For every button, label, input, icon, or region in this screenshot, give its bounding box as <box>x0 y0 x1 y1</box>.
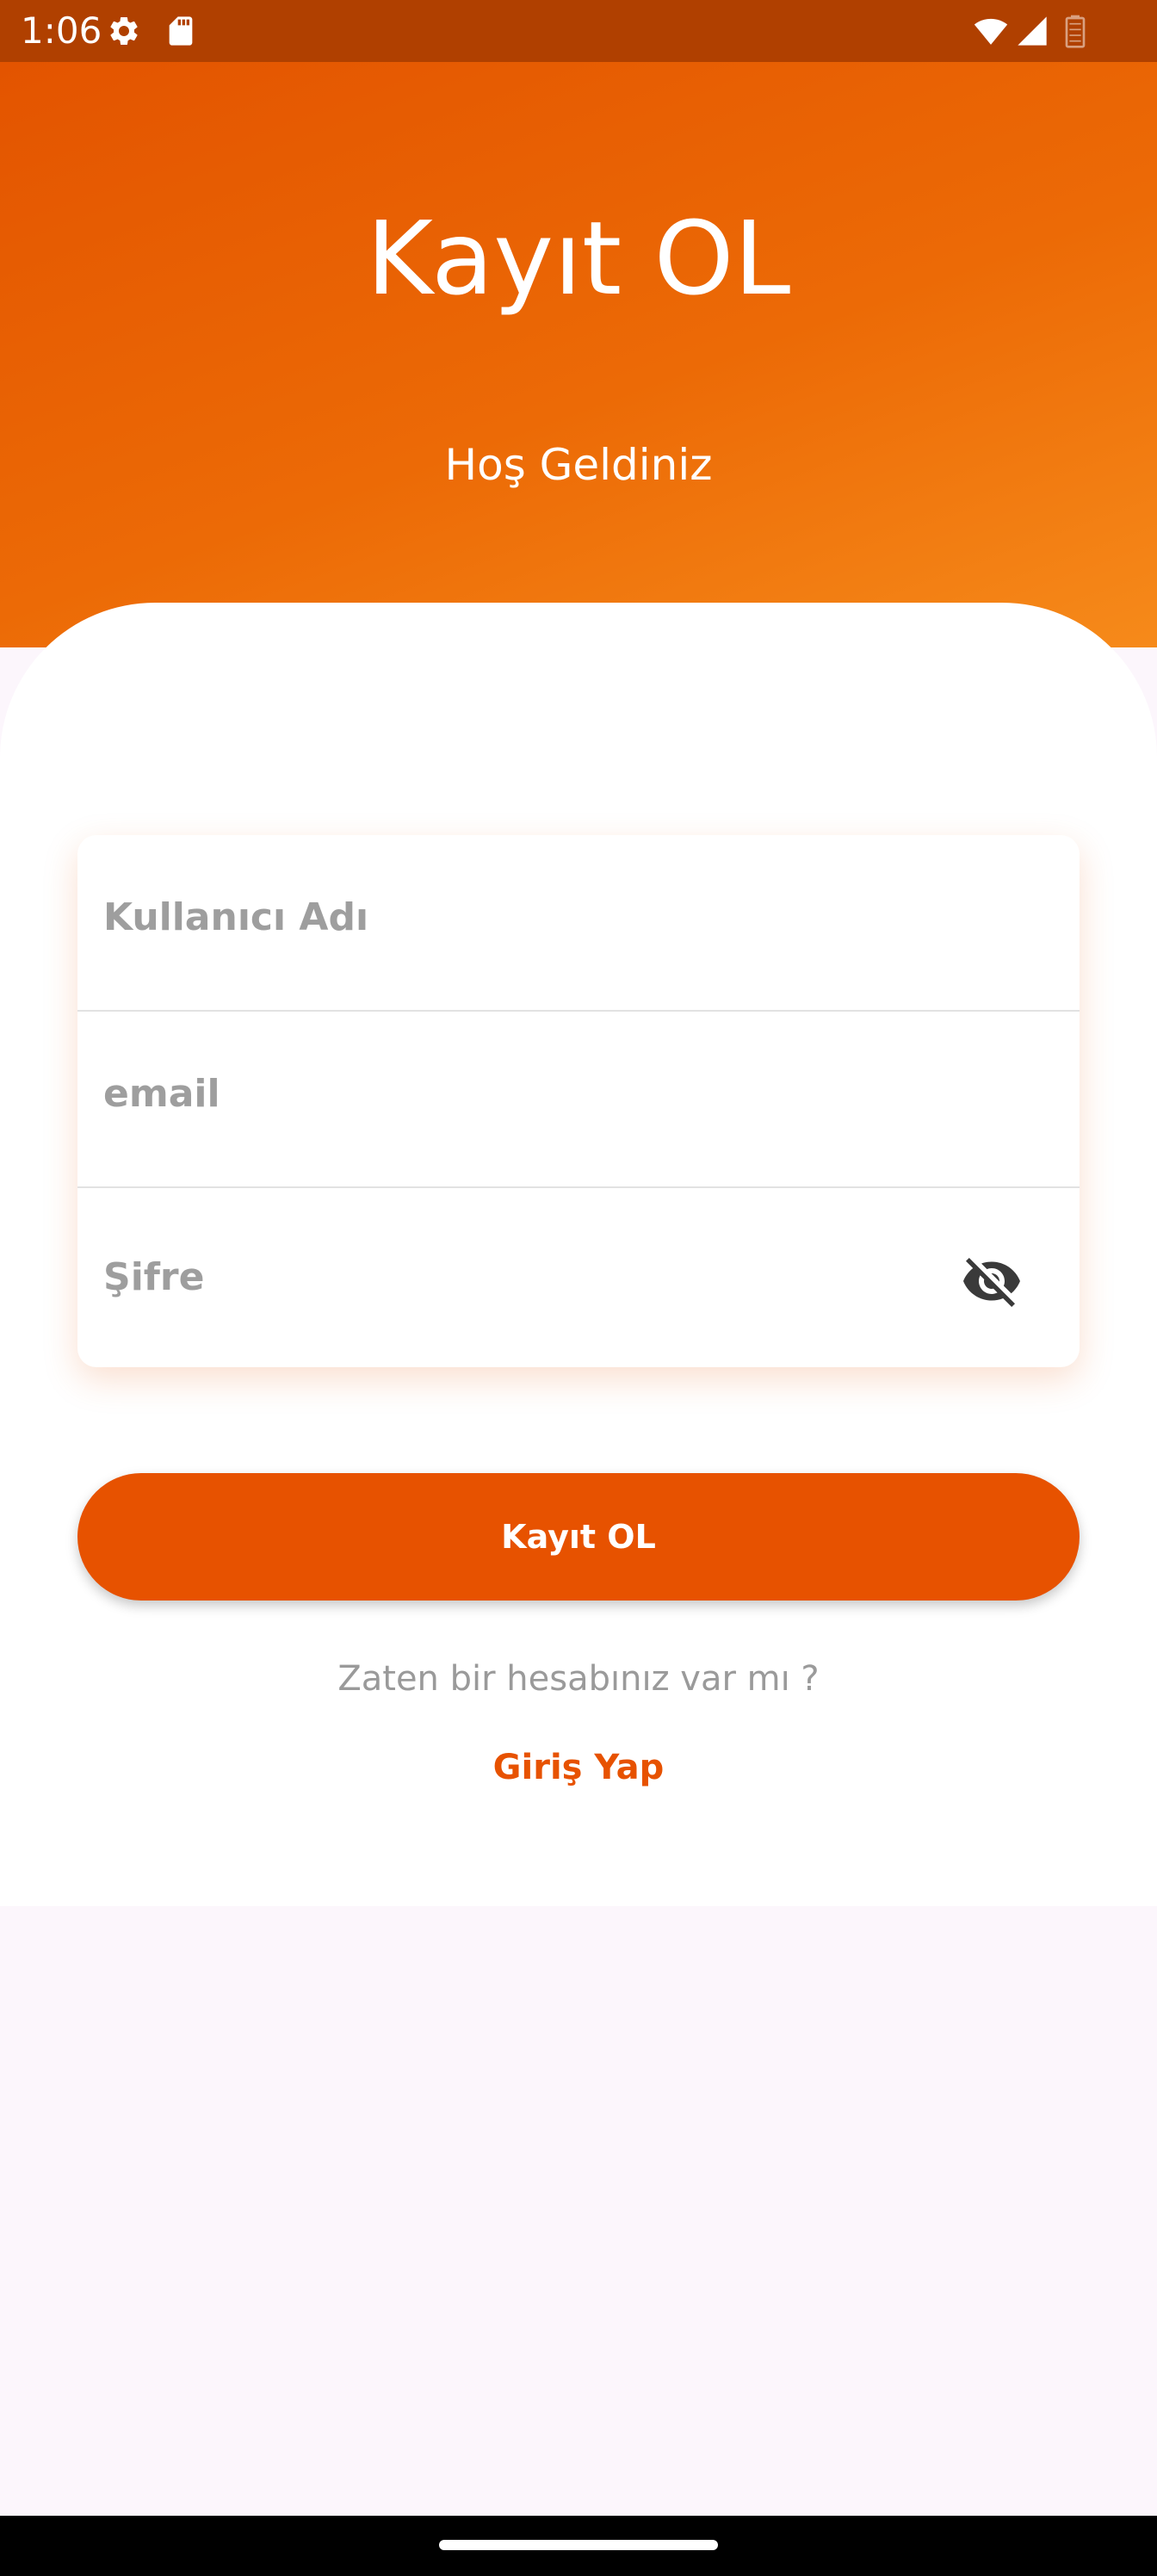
username-field[interactable]: Kullanıcı Adı <box>77 835 1080 1012</box>
page-title: Kayıt OL <box>366 199 791 318</box>
email-field[interactable]: email <box>77 1012 1080 1188</box>
username-placeholder: Kullanıcı Adı <box>103 895 369 939</box>
battery-icon <box>1065 15 1086 48</box>
registration-form: Kullanıcı Adı email Şifre <box>77 835 1080 1367</box>
status-bar: 1:06 <box>0 0 1157 62</box>
sd-card-icon <box>169 16 193 46</box>
wifi-icon <box>974 18 1008 45</box>
email-placeholder: email <box>103 1072 220 1116</box>
navigation-bar <box>0 2516 1157 2576</box>
gear-icon <box>110 16 138 45</box>
password-placeholder: Şifre <box>103 1255 205 1299</box>
eye-off-icon[interactable] <box>961 1250 1023 1312</box>
page-subtitle: Hoş Geldiniz <box>444 440 713 490</box>
header-banner <box>0 62 1157 647</box>
home-gesture-handle[interactable] <box>439 2540 718 2550</box>
register-button[interactable]: Kayıt OL <box>77 1473 1080 1601</box>
status-time: 1:06 <box>21 9 102 52</box>
login-link[interactable]: Giriş Yap <box>0 1743 1157 1792</box>
login-prompt: Zaten bir hesabınız var mı ? <box>337 1659 820 1699</box>
password-field[interactable]: Şifre <box>77 1188 1080 1367</box>
cell-signal-icon <box>1018 16 1047 46</box>
